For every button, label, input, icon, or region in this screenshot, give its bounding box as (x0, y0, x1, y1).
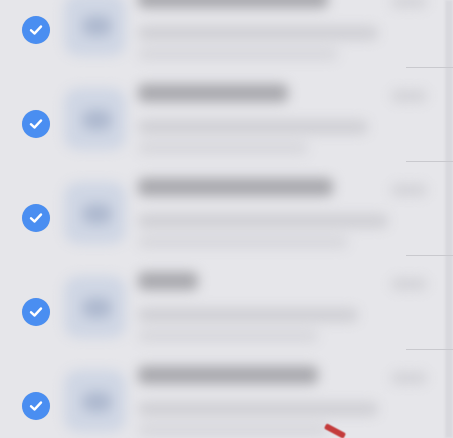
time-placeholder (391, 278, 427, 290)
sender-placeholder (138, 0, 328, 8)
avatar (64, 182, 126, 244)
time-placeholder (391, 184, 427, 196)
list-item[interactable] (0, 68, 453, 162)
preview-placeholder (138, 26, 378, 40)
message-list[interactable] (0, 0, 453, 438)
preview-placeholder (138, 330, 318, 342)
preview-placeholder (138, 142, 308, 154)
blurred-message-preview (58, 170, 439, 254)
avatar (64, 0, 126, 56)
selected-checkmark-icon[interactable] (22, 110, 50, 138)
sender-placeholder (138, 366, 318, 384)
preview-placeholder (138, 120, 368, 134)
preview-placeholder (138, 308, 358, 322)
avatar (64, 88, 126, 150)
preview-placeholder (138, 402, 378, 416)
blurred-message-preview (58, 0, 439, 66)
time-placeholder (391, 0, 427, 8)
time-placeholder (391, 372, 427, 384)
list-item[interactable] (0, 0, 453, 68)
list-item[interactable] (0, 162, 453, 256)
sender-placeholder (138, 272, 198, 290)
selected-checkmark-icon[interactable] (22, 16, 50, 44)
message-selection-screen (0, 0, 453, 438)
blurred-message-preview (58, 264, 439, 348)
time-placeholder (391, 90, 427, 102)
sender-placeholder (138, 178, 333, 196)
selected-checkmark-icon[interactable] (22, 298, 50, 326)
avatar (64, 370, 126, 432)
preview-placeholder (138, 424, 328, 436)
blurred-message-preview (58, 76, 439, 160)
list-item[interactable] (0, 350, 453, 438)
selected-checkmark-icon[interactable] (22, 392, 50, 420)
preview-placeholder (138, 48, 338, 60)
preview-placeholder (138, 214, 388, 228)
avatar (64, 276, 126, 338)
preview-placeholder (138, 236, 348, 248)
blurred-message-preview (58, 358, 439, 438)
selected-checkmark-icon[interactable] (22, 204, 50, 232)
sender-placeholder (138, 84, 288, 102)
list-item[interactable] (0, 256, 453, 350)
